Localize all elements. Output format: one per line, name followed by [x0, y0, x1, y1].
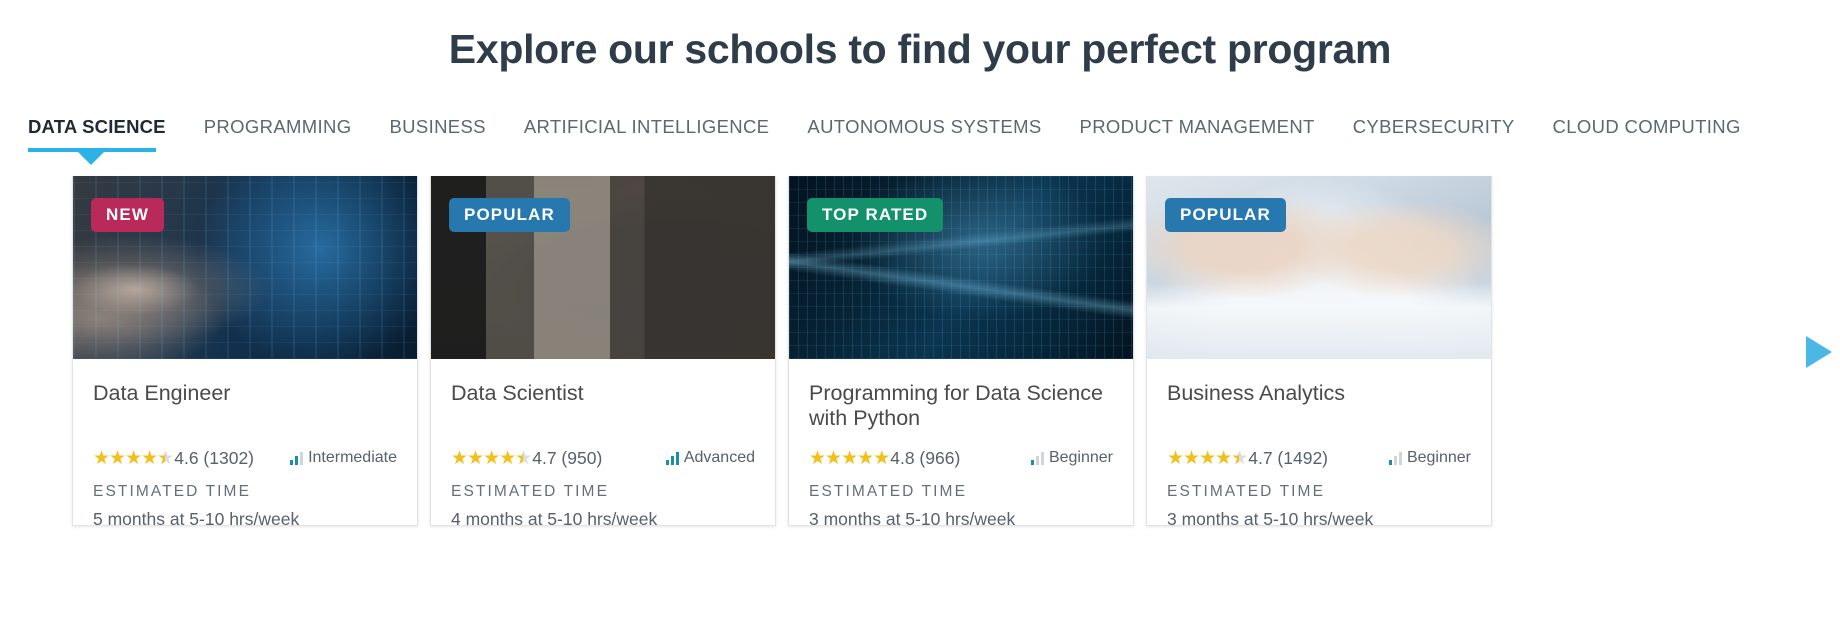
level-label: Beginner — [1406, 449, 1471, 466]
school-tabs: DATA SCIENCE PROGRAMMING BUSINESS ARTIFICIA… — [0, 114, 1840, 166]
card-badge: POPULAR — [1165, 198, 1286, 232]
page-title: Explore our schools to find your perfect… — [448, 26, 1392, 72]
level-bars-icon — [665, 451, 679, 465]
star-icon: ★ — [841, 447, 858, 469]
level-bars-icon — [1388, 451, 1402, 465]
card-badge: TOP RATED — [807, 198, 944, 232]
card-image: TOP RATED — [789, 176, 1133, 359]
level-label: Advanced — [683, 449, 755, 466]
tab-business[interactable]: BUSINESS — [389, 114, 506, 140]
star-icon: ★ — [1199, 447, 1216, 469]
star-icon: ★ — [809, 447, 826, 469]
star-icon: ★ — [1183, 447, 1200, 469]
estimated-time-value: 4 months at 5-10 hrs/week — [451, 509, 658, 526]
rating-stars: ★ ★ ★ ★ ★ — [451, 447, 532, 469]
star-icon: ★ — [857, 447, 874, 469]
estimated-time-label: ESTIMATED TIME — [93, 483, 252, 500]
card-level: Beginner — [1388, 449, 1471, 467]
card-title: Data Scientist — [451, 381, 584, 405]
tab-artificial-intelligence[interactable]: ARTIFICIAL INTELLIGENCE — [524, 114, 791, 140]
rating-text: 4.8 (966) — [890, 447, 961, 468]
card-rating-row: ★★★★★4.7 (1492)Beginner — [1167, 447, 1471, 469]
card-level: Intermediate — [290, 449, 397, 467]
star-icon: ★ — [499, 447, 516, 469]
programs-explorer-section: Explore our schools to find your perfect… — [0, 0, 1840, 623]
star-icon: ★ — [873, 447, 890, 469]
tab-cybersecurity[interactable]: CYBERSECURITY — [1353, 114, 1536, 140]
card-level: Beginner — [1030, 449, 1113, 467]
card-image: NEW — [73, 176, 417, 359]
carousel-next-button[interactable] — [1806, 336, 1832, 368]
rating-stars: ★ ★ ★ ★ ★ — [93, 447, 174, 469]
level-label: Intermediate — [308, 449, 397, 466]
card-title: Programming for Data Science with Python — [809, 381, 1103, 431]
level-bars-icon — [1030, 451, 1044, 465]
card-image: POPULAR — [1147, 176, 1491, 359]
estimated-time-value: 3 months at 5-10 hrs/week — [809, 509, 1016, 526]
card-body: Data Scientist★★★★★4.7 (950)AdvancedESTI… — [431, 359, 775, 526]
rating-stars: ★ ★ ★ ★ ★ — [1167, 447, 1248, 469]
card-image: POPULAR — [431, 176, 775, 359]
active-tab-arrow-icon — [78, 152, 104, 166]
card-body: Business Analytics★★★★★4.7 (1492)Beginne… — [1147, 359, 1491, 526]
card-level: Advanced — [665, 449, 755, 467]
star-icon: ★ — [451, 447, 468, 469]
program-card-list: NEWData Engineer★★★★★4.6 (1302)Intermedi… — [72, 176, 1492, 526]
star-icon: ★ — [1215, 447, 1232, 469]
half-star-icon: ★ — [515, 449, 532, 468]
half-star-icon: ★ — [1231, 449, 1248, 468]
rating-stars: ★ ★ ★ ★ ★ — [809, 447, 890, 469]
card-title: Data Engineer — [93, 381, 231, 405]
card-badge: POPULAR — [449, 198, 570, 232]
tab-cloud-computing[interactable]: CLOUD COMPUTING — [1553, 114, 1741, 140]
program-card[interactable]: NEWData Engineer★★★★★4.6 (1302)Intermedi… — [72, 176, 418, 526]
rating-text: 4.7 (1492) — [1248, 447, 1329, 468]
tab-programming[interactable]: PROGRAMMING — [204, 114, 373, 140]
tab-list: DATA SCIENCE PROGRAMMING BUSINESS ARTIFICIA… — [28, 114, 1840, 144]
card-rating-row: ★ ★ ★ ★ ★ 4.8 (966) Beginner — [809, 447, 1113, 469]
card-body: Programming for Data Science with Python… — [789, 359, 1133, 526]
star-icon: ★ — [825, 447, 842, 469]
level-label: Beginner — [1048, 449, 1113, 466]
estimated-time-value: 3 months at 5-10 hrs/week — [1167, 509, 1374, 526]
star-icon: ★ — [125, 447, 142, 469]
star-icon: ★ — [483, 447, 500, 469]
tab-autonomous-systems[interactable]: AUTONOMOUS SYSTEMS — [807, 114, 1062, 140]
card-title: Business Analytics — [1167, 381, 1346, 405]
star-icon: ★ — [141, 447, 158, 469]
card-body: Data Engineer★★★★★4.6 (1302)Intermediate… — [73, 359, 417, 526]
card-badge: NEW — [91, 198, 164, 232]
star-icon: ★ — [1167, 447, 1184, 469]
program-card[interactable]: TOP RATED Programming for Data Science wi… — [788, 176, 1134, 526]
star-icon: ★ — [109, 447, 126, 469]
card-rating-row: ★★★★★4.6 (1302)Intermediate — [93, 447, 397, 469]
star-icon: ★ — [93, 447, 110, 469]
estimated-time-label: ESTIMATED TIME — [451, 483, 610, 500]
rating-text: 4.7 (950) — [532, 447, 603, 468]
level-bars-icon — [290, 451, 304, 465]
estimated-time-value: 5 months at 5-10 hrs/week — [93, 509, 300, 526]
star-icon: ★ — [467, 447, 484, 469]
estimated-time-label: ESTIMATED TIME — [809, 483, 968, 500]
tab-data-science[interactable]: DATA SCIENCE — [28, 114, 187, 140]
tab-product-management[interactable]: PRODUCT MANAGEMENT — [1080, 114, 1336, 140]
rating-text: 4.6 (1302) — [174, 447, 255, 468]
program-card[interactable]: POPULARData Scientist★★★★★4.7 (950)Advan… — [430, 176, 776, 526]
card-rating-row: ★★★★★4.7 (950)Advanced — [451, 447, 755, 469]
estimated-time-label: ESTIMATED TIME — [1167, 483, 1326, 500]
program-card[interactable]: POPULARBusiness Analytics★★★★★4.7 (1492)… — [1146, 176, 1492, 526]
half-star-icon: ★ — [157, 449, 174, 468]
